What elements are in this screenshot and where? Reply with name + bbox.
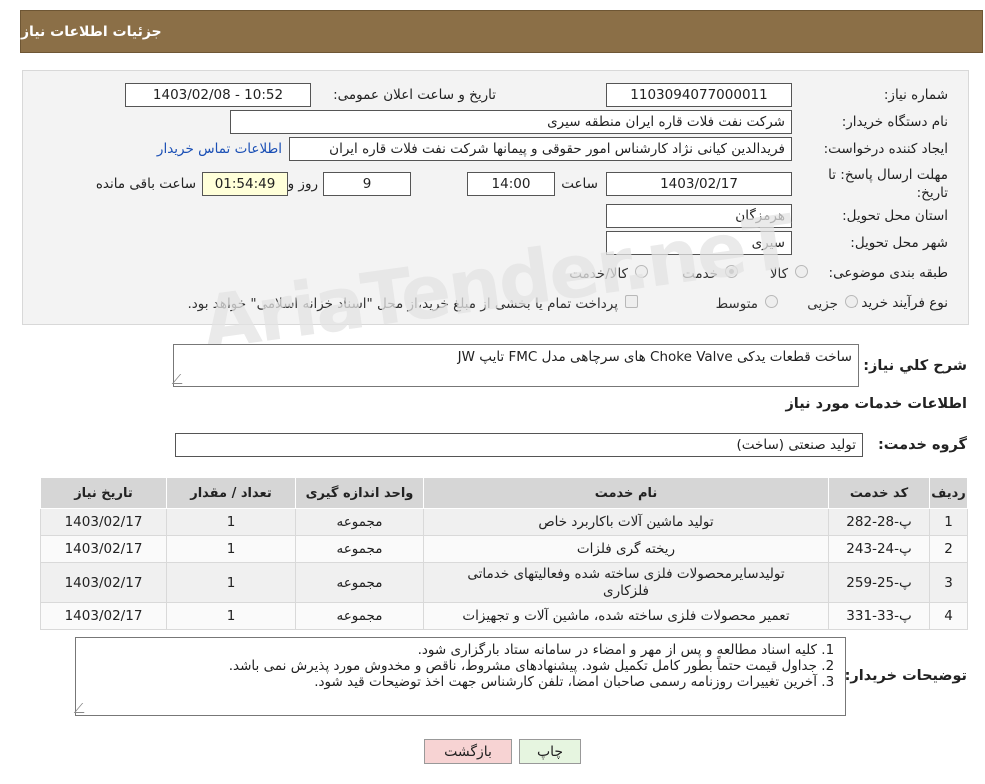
cell-index: 3: [929, 562, 968, 603]
notes-list: کلیه اسناد مطالعه و پس از مهر و امضاء در…: [76, 642, 837, 690]
col-index: ردیف: [929, 477, 968, 509]
page-header: جزئیات اطلاعات نیاز: [20, 10, 983, 53]
service-group-label: گروه خدمت:: [877, 437, 967, 453]
resize-handle-icon[interactable]: [73, 703, 93, 713]
cell-qty: 1: [166, 602, 296, 630]
cell-name: تعمیر محصولات فلزی ساخته شده، ماشین آلات…: [423, 602, 829, 630]
cell-qty: 1: [166, 535, 296, 563]
cell-date: 1403/02/17: [40, 602, 167, 630]
cell-unit: مجموعه: [295, 535, 424, 563]
need-number-label: شماره نیاز:: [883, 87, 948, 103]
table-row: 3 پ-25-259 تولیدسایرمحصولات فلزی ساخته ش…: [40, 562, 968, 603]
notes-textarea[interactable]: کلیه اسناد مطالعه و پس از مهر و امضاء در…: [73, 637, 846, 716]
summary-label: شرح کلي نياز:: [863, 358, 967, 374]
col-unit: واحد اندازه گیری: [295, 477, 424, 509]
col-qty: تعداد / مقدار: [166, 477, 296, 509]
cell-qty: 1: [166, 508, 296, 536]
table-row: 1 پ-28-282 تولید ماشین آلات باکاربرد خاص…: [40, 508, 968, 536]
creator-field: فریدالدین کیانی نژاد کارشناس امور حقوقی …: [289, 137, 792, 161]
cell-name: تولیدسایرمحصولات فلزی ساخته شده وفعالیته…: [423, 562, 829, 603]
summary-text: ساخت قطعات یدکی Choke Valve های سرچاهی م…: [457, 349, 852, 365]
cell-index: 1: [929, 508, 968, 536]
cell-name: ریخته گری فلزات: [423, 535, 829, 563]
cell-name: تولید ماشین آلات باکاربرد خاص: [423, 508, 829, 536]
cell-code: پ-33-331: [828, 602, 930, 630]
table-header-row: ردیف کد خدمت نام خدمت واحد اندازه گیری ت…: [40, 477, 968, 509]
remaining-time-field: 01:54:49: [202, 172, 288, 196]
cell-unit: مجموعه: [295, 602, 424, 630]
cell-unit: مجموعه: [295, 508, 424, 536]
deadline-time-field: 14:00: [467, 172, 555, 196]
print-button[interactable]: چاپ: [519, 739, 581, 764]
page-title: جزئیات اطلاعات نیاز: [21, 23, 162, 40]
table-row: 4 پ-33-331 تعمیر محصولات فلزی ساخته شده،…: [40, 602, 968, 630]
purchase-type-label: نوع فرآیند خرید :: [852, 295, 948, 311]
back-button[interactable]: بازگشت: [424, 739, 512, 764]
note-item: آخرین تغییرات روزنامه رسمی صاحبان امضا، …: [76, 674, 817, 690]
note-item: کلیه اسناد مطالعه و پس از مهر و امضاء در…: [76, 642, 817, 658]
cell-unit: مجموعه: [295, 562, 424, 603]
resize-handle-icon[interactable]: [171, 374, 191, 384]
days-label: روز و: [287, 176, 318, 192]
cell-code: پ-25-259: [828, 562, 930, 603]
cell-qty: 1: [166, 562, 296, 603]
services-table: ردیف کد خدمت نام خدمت واحد اندازه گیری ت…: [40, 477, 968, 630]
cell-index: 4: [929, 602, 968, 630]
city-label: شهر محل تحویل:: [850, 235, 948, 251]
creator-label: ایجاد کننده درخواست:: [823, 141, 948, 157]
announce-label: تاریخ و ساعت اعلان عمومی:: [333, 87, 496, 103]
services-title: اطلاعات خدمات مورد نیاز: [785, 396, 967, 412]
announce-field: 1403/02/08 - 10:52: [125, 83, 311, 107]
province-label: استان محل تحویل:: [842, 208, 948, 224]
cell-index: 2: [929, 535, 968, 563]
table-row: 2 پ-24-243 ریخته گری فلزات مجموعه 1 1403…: [40, 535, 968, 563]
category-label: طبقه بندی موضوعی:: [828, 265, 948, 281]
notes-label: توضیحات خریدار:: [844, 668, 967, 684]
purchase-option-minor: جزیی: [807, 296, 838, 312]
cell-code: پ-28-282: [828, 508, 930, 536]
cell-code: پ-24-243: [828, 535, 930, 563]
purchase-radio-medium[interactable]: [765, 295, 778, 308]
buyer-contact-link[interactable]: اطلاعات تماس خریدار: [157, 141, 282, 157]
cell-date: 1403/02/17: [40, 562, 167, 603]
col-code: کد خدمت: [828, 477, 930, 509]
deadline-date-field: 1403/02/17: [606, 172, 792, 196]
days-field: 9: [323, 172, 411, 196]
deadline-label: مهلت ارسال پاسخ: تا تاریخ:: [828, 167, 948, 201]
remaining-label: ساعت باقی مانده: [95, 176, 196, 192]
purchase-radio-minor[interactable]: [845, 295, 858, 308]
purchase-option-medium: متوسط: [715, 296, 758, 312]
cell-date: 1403/02/17: [40, 508, 167, 536]
buyer-label: نام دستگاه خریدار:: [841, 114, 948, 130]
col-date: تاریخ نیاز: [40, 477, 167, 509]
col-name: نام خدمت: [423, 477, 829, 509]
note-item: جداول قیمت حتماً بطور کامل تکمیل شود. پی…: [76, 658, 817, 674]
buyer-field: شرکت نفت فلات قاره ایران منطقه سیری: [230, 110, 792, 134]
time-label: ساعت: [561, 176, 598, 192]
need-number-field: 1103094077000011: [606, 83, 792, 107]
cell-date: 1403/02/17: [40, 535, 167, 563]
service-group-field: تولید صنعتی (ساخت): [175, 433, 863, 457]
summary-textarea[interactable]: ساخت قطعات یدکی Choke Valve های سرچاهی م…: [171, 344, 859, 387]
